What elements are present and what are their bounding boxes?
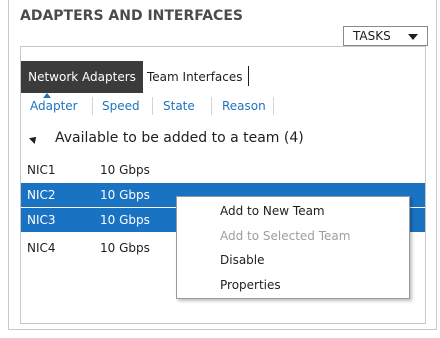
sort-ascending-icon <box>43 93 51 98</box>
chevron-down-icon <box>408 34 418 40</box>
column-header-adapter[interactable]: Adapter <box>30 99 78 113</box>
menu-item-add-to-new-team[interactable]: Add to New Team <box>178 199 408 223</box>
menu-item-disable[interactable]: Disable <box>178 248 408 272</box>
column-divider[interactable] <box>211 97 212 115</box>
column-divider[interactable] <box>152 97 153 115</box>
tasks-label: TASKS <box>353 29 391 43</box>
adapter-name: NIC2 <box>27 188 56 202</box>
menu-item-properties[interactable]: Properties <box>178 273 408 297</box>
adapter-name: NIC1 <box>27 163 56 177</box>
adapter-speed: 10 Gbps <box>100 241 150 255</box>
table-row[interactable]: NIC1 10 Gbps <box>21 158 425 182</box>
column-divider[interactable] <box>273 97 274 115</box>
context-menu: Add to New Team Add to Selected Team Dis… <box>176 196 410 299</box>
adapter-speed: 10 Gbps <box>100 163 150 177</box>
group-header[interactable]: Available to be added to a team (4) <box>21 127 425 151</box>
adapter-name: NIC4 <box>27 241 56 255</box>
column-headers: Adapter Speed State Reason <box>21 93 425 119</box>
group-label: Available to be added to a team (4) <box>55 130 304 146</box>
section-title: ADAPTERS AND INTERFACES <box>20 8 243 24</box>
column-header-speed[interactable]: Speed <box>102 99 140 113</box>
collapse-triangle-icon[interactable] <box>29 134 39 144</box>
adapter-speed: 10 Gbps <box>100 188 150 202</box>
menu-item-add-to-selected-team: Add to Selected Team <box>220 229 351 243</box>
column-divider[interactable] <box>92 97 93 115</box>
adapter-name: NIC3 <box>27 213 56 227</box>
column-header-reason[interactable]: Reason <box>222 99 266 113</box>
adapter-speed: 10 Gbps <box>100 213 150 227</box>
column-header-state[interactable]: State <box>163 99 195 113</box>
text-cursor <box>248 66 249 86</box>
tasks-dropdown-button[interactable]: TASKS <box>343 26 428 46</box>
tab-network-adapters[interactable]: Network Adapters <box>21 61 143 93</box>
tab-team-interfaces[interactable]: Team Interfaces <box>147 61 243 93</box>
tab-strip: Network Adapters Team Interfaces <box>21 47 425 93</box>
